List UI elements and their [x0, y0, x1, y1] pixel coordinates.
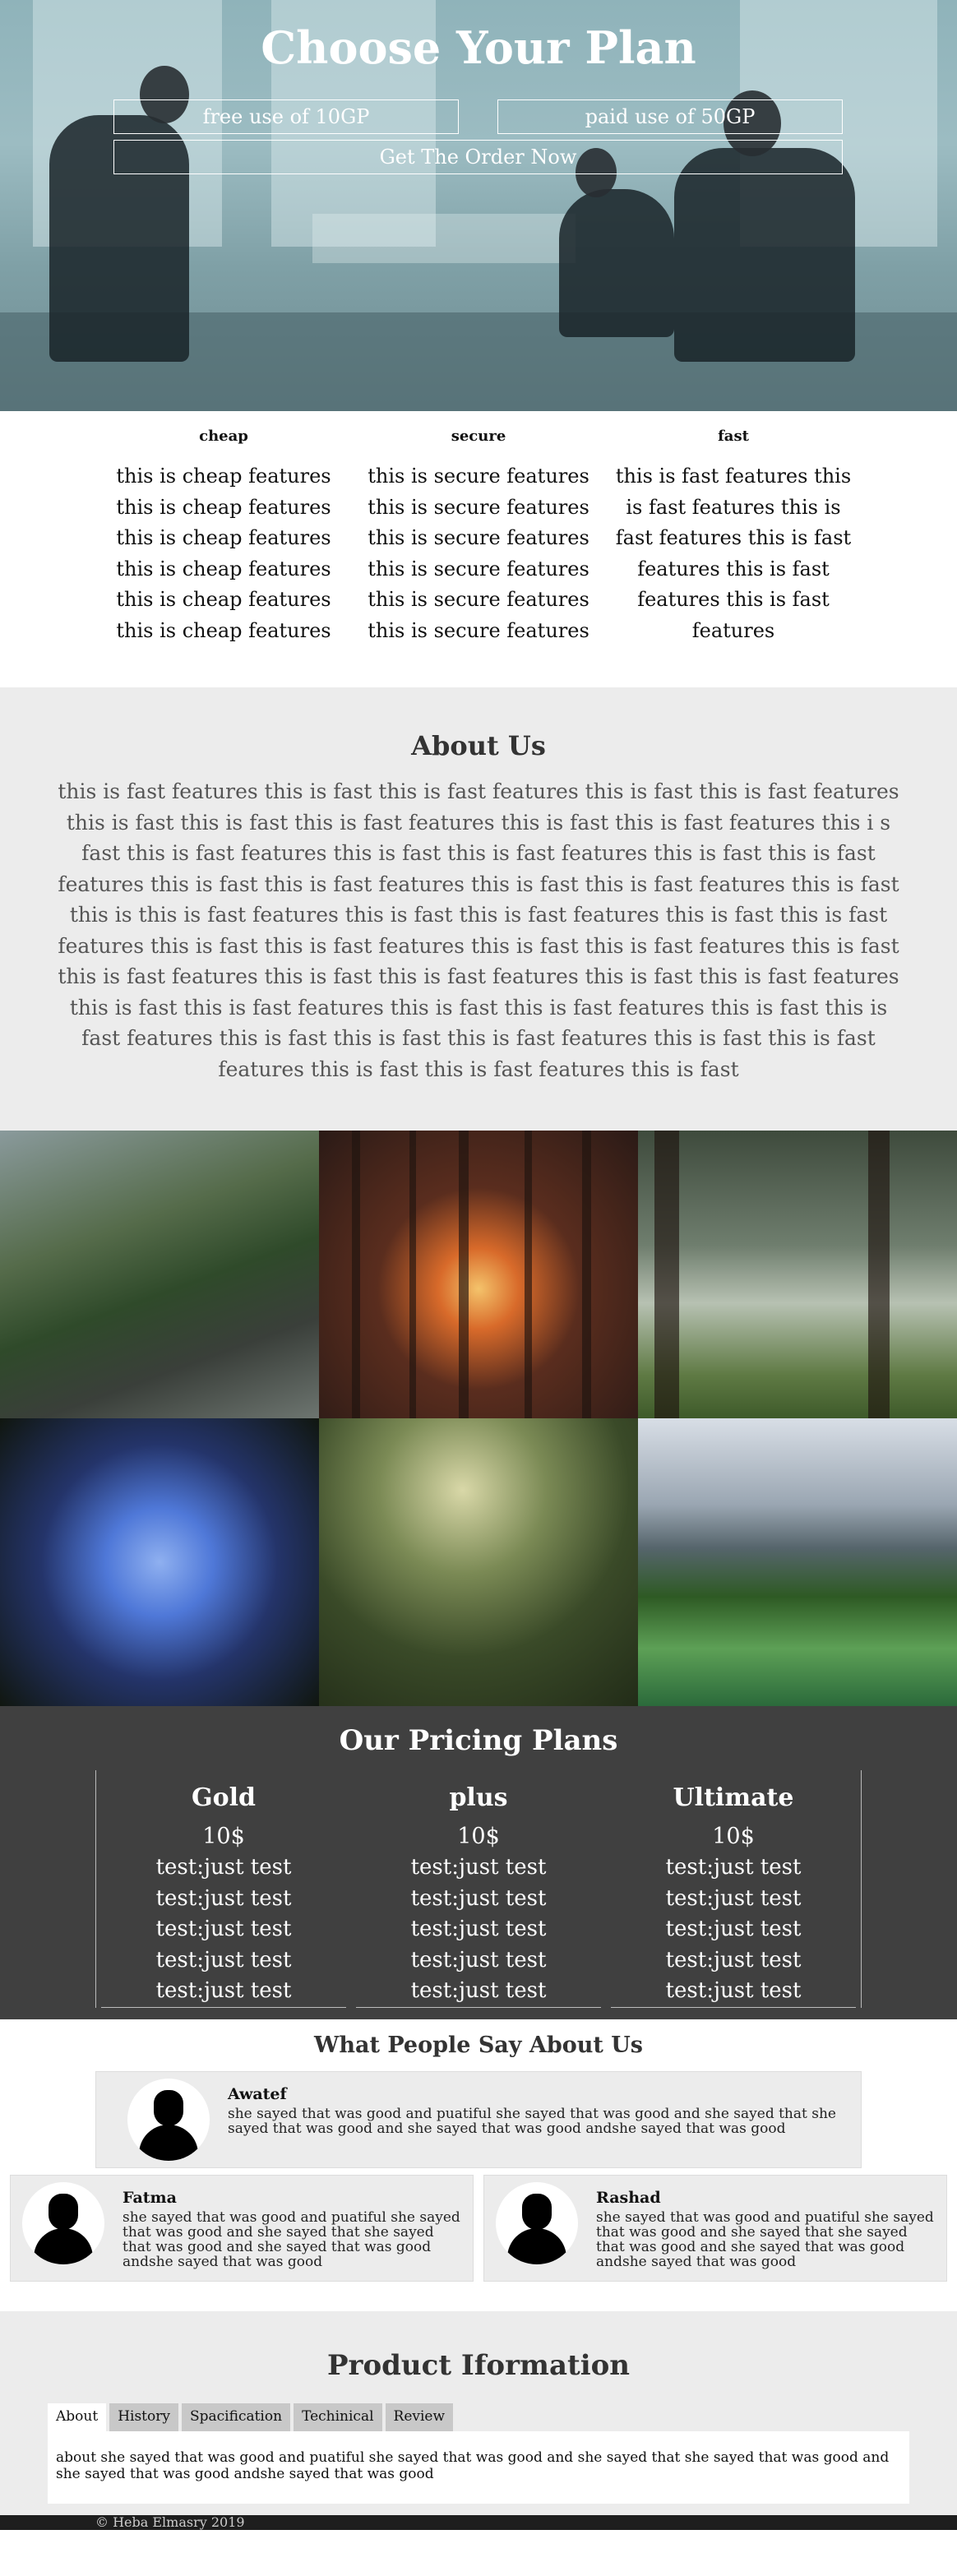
hero-person-shape	[559, 189, 674, 337]
feature-fast: fast this is fast features this is fast …	[606, 424, 861, 646]
pricing-plans: Gold 10$ test:just test test:just test t…	[95, 1770, 862, 2008]
testimonial-text: she sayed that was good and puatiful she…	[123, 2208, 460, 2270]
hero-section: Choose Your Plan free use of 10GP paid u…	[0, 0, 957, 411]
hero-person-shape	[674, 148, 855, 362]
testimonial-name: Awatef	[228, 2084, 287, 2103]
plan-item: test:just test	[155, 1855, 292, 1880]
plan-price: 10$	[202, 1824, 245, 1849]
order-now-button[interactable]: Get The Order Now	[113, 140, 843, 174]
tab-history[interactable]: History	[109, 2403, 178, 2431]
plan-name: Ultimate	[673, 1783, 794, 1812]
plan-item: test:just test	[665, 1947, 802, 1972]
testimonial-card: Awatef she sayed that was good and puati…	[95, 2070, 862, 2168]
plan-price: 10$	[712, 1824, 755, 1849]
feature-title: cheap	[199, 428, 248, 445]
old-trees-image[interactable]	[638, 1131, 957, 1418]
pricing-title: Our Pricing Plans	[339, 1724, 618, 1757]
plan-item: test:just test	[410, 1947, 547, 1972]
tab-specification[interactable]: Spacification	[181, 2403, 291, 2431]
plan-plus[interactable]: plus 10$ test:just test test:just test t…	[356, 1770, 601, 2008]
tab-about[interactable]: About	[48, 2403, 107, 2431]
product-tabs: About History Spacification Techinical R…	[48, 2403, 909, 2431]
feature-text: this is cheap features this is cheap fea…	[116, 465, 331, 642]
user-avatar-icon	[22, 2181, 104, 2264]
plan-item: test:just test	[155, 1947, 292, 1972]
feature-cheap: cheap this is cheap features this is che…	[96, 424, 351, 646]
feature-title: fast	[718, 428, 749, 445]
testimonials-title: What People Say About Us	[314, 2032, 643, 2058]
plan-item: test:just test	[665, 1855, 802, 1880]
testimonial-name: Fatma	[123, 2188, 177, 2207]
hero-title: Choose Your Plan	[261, 21, 696, 74]
testimonial-text: she sayed that was good and puatiful she…	[596, 2208, 934, 2270]
forest-sunset-image[interactable]	[319, 1131, 638, 1418]
plan-name: plus	[449, 1783, 508, 1812]
plan-item: test:just test	[155, 1885, 292, 1911]
plan-item: test:just test	[665, 1885, 802, 1911]
paid-plan-button[interactable]: paid use of 50GP	[497, 99, 843, 134]
user-avatar-icon	[496, 2181, 578, 2264]
forest-path-image[interactable]	[319, 1418, 638, 1706]
plan-item: test:just test	[155, 1917, 292, 1941]
product-title: Product Iformation	[326, 2348, 631, 2382]
testimonial-card: Fatma she sayed that was good and puatif…	[10, 2174, 474, 2282]
plan-item: test:just test	[410, 1978, 547, 2003]
plan-item: test:just test	[665, 1917, 802, 1941]
testimonial-card: Rashad she sayed that was good and puati…	[483, 2174, 947, 2282]
hero-table-shape	[312, 214, 576, 263]
tab-review[interactable]: Review	[385, 2403, 454, 2431]
feature-secure: secure this is secure features this is s…	[351, 424, 606, 646]
about-title: About Us	[411, 730, 546, 761]
tab-technical[interactable]: Techinical	[294, 2403, 382, 2431]
tab-panel: about she sayed that was good and puatif…	[48, 2430, 909, 2504]
testimonial-row: Fatma she sayed that was good and puatif…	[10, 2174, 947, 2282]
tree-canopy-image[interactable]	[0, 1418, 319, 1706]
plan-item: test:just test	[155, 1978, 292, 2003]
testimonial-text: she sayed that was good and puatiful she…	[228, 2105, 836, 2137]
mountain-lake-image[interactable]	[638, 1418, 957, 1706]
footer: © Heba Elmasry 2019	[0, 2514, 957, 2530]
about-text: this is fast features this is fast this …	[58, 779, 899, 1081]
copyright-text: © Heba Elmasry 2019	[95, 2514, 245, 2530]
plan-gold[interactable]: Gold 10$ test:just test test:just test t…	[101, 1770, 346, 2008]
plan-name: Gold	[191, 1783, 256, 1812]
pricing-section: Our Pricing Plans Gold 10$ test:just tes…	[0, 1706, 957, 2019]
free-plan-button[interactable]: free use of 10GP	[113, 99, 459, 134]
features-section: cheap this is cheap features this is che…	[0, 411, 957, 687]
feature-text: this is fast features this is fast featu…	[615, 465, 852, 642]
about-section: About Us this is fast features this is f…	[0, 687, 957, 1131]
plan-item: test:just test	[410, 1855, 547, 1880]
user-avatar-icon	[127, 2078, 210, 2161]
feature-text: this is secure features this is secure f…	[368, 465, 589, 642]
plan-item: test:just test	[410, 1885, 547, 1911]
product-info-section: Product Iformation About History Spacifi…	[0, 2310, 957, 2515]
plan-item: test:just test	[410, 1917, 547, 1941]
testimonials-section: What People Say About Us Awatef she saye…	[0, 2019, 957, 2311]
feature-title: secure	[451, 428, 506, 445]
plan-ultimate[interactable]: Ultimate 10$ test:just test test:just te…	[611, 1770, 856, 2008]
plan-price: 10$	[457, 1824, 500, 1849]
river-rocks-image[interactable]	[0, 1131, 319, 1418]
plan-item: test:just test	[665, 1978, 802, 2003]
testimonial-name: Rashad	[596, 2188, 661, 2207]
image-gallery	[0, 1131, 957, 1706]
